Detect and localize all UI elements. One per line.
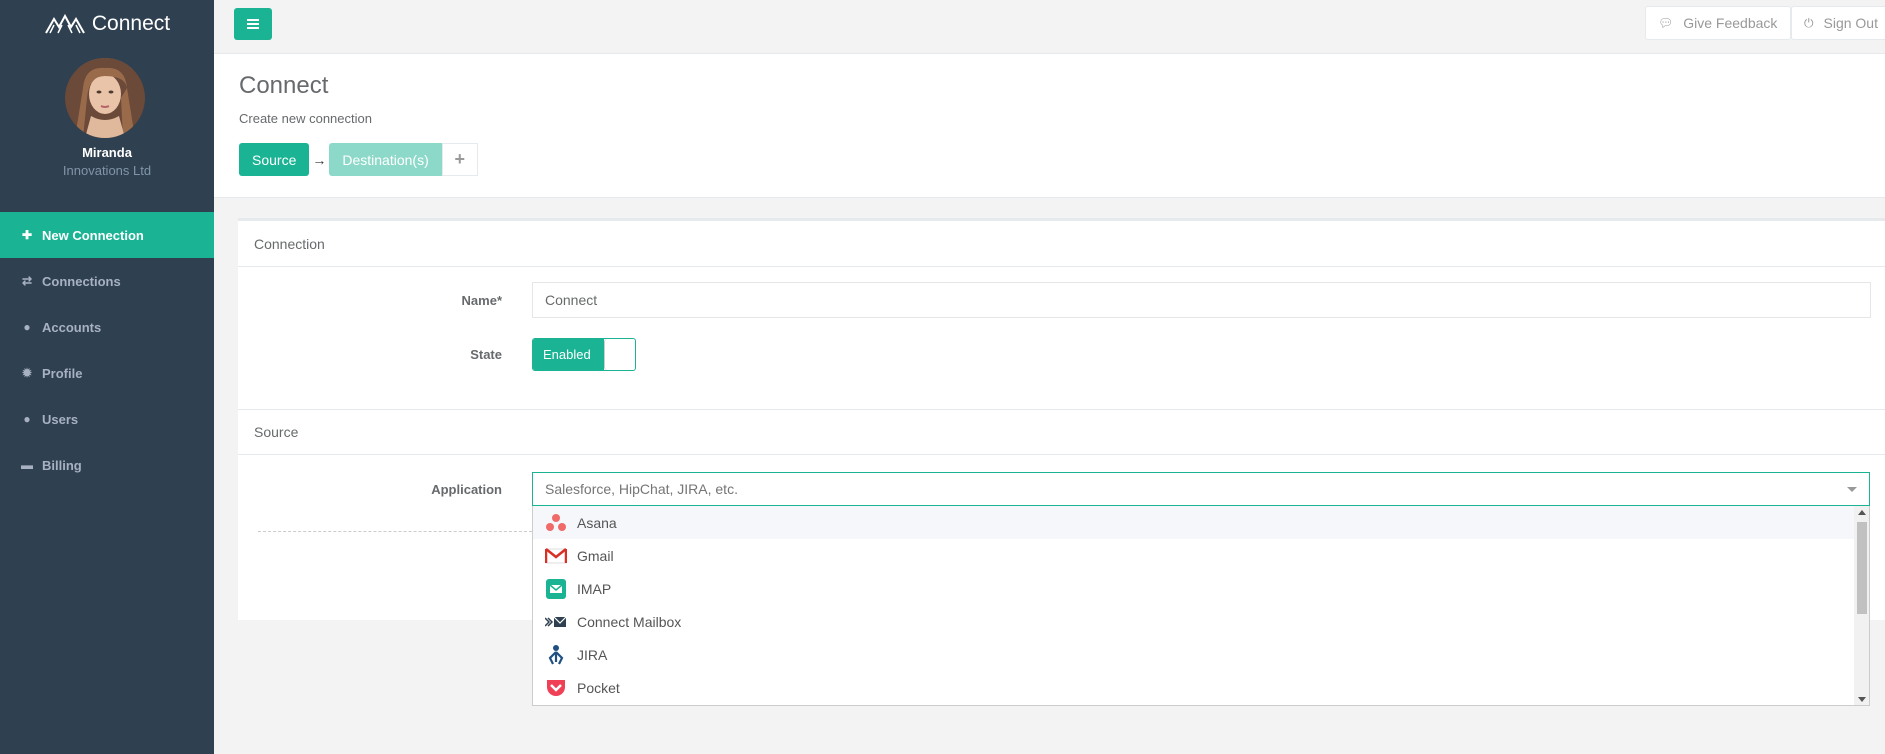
- menu-toggle-button[interactable]: [234, 8, 272, 40]
- asana-icon: [545, 512, 567, 534]
- scroll-up-arrow-icon[interactable]: [1858, 510, 1866, 515]
- option-label: IMAP: [577, 580, 612, 597]
- sidebar-nav: ✚ New Connection ⇄ Connections ● Account…: [0, 212, 214, 488]
- comments-icon: 💬︎: [1658, 16, 1674, 30]
- option-label: Gmail: [577, 547, 614, 564]
- imap-icon: [545, 578, 567, 600]
- option-imap[interactable]: IMAP: [533, 572, 1855, 605]
- scrollbar-thumb[interactable]: [1857, 522, 1867, 614]
- application-label: Application: [431, 482, 502, 497]
- name-label: Name*: [461, 293, 502, 308]
- option-label: JIRA: [577, 646, 608, 663]
- add-destination-button[interactable]: +: [441, 143, 478, 176]
- plus-icon: +: [454, 149, 465, 169]
- option-jira[interactable]: JIRA: [533, 638, 1855, 671]
- scroll-down-arrow-icon[interactable]: [1858, 697, 1866, 702]
- wizard-steps: Source → Destination(s) +: [239, 143, 478, 176]
- brand-name: Connect: [91, 12, 171, 35]
- sign-out-label: Sign Out: [1823, 15, 1878, 31]
- sidebar-item-new-connection[interactable]: ✚ New Connection: [0, 212, 214, 258]
- arrow-right-icon: →: [312, 151, 327, 168]
- state-label: State: [470, 347, 502, 362]
- chevron-down-icon[interactable]: [1847, 486, 1857, 492]
- jira-icon: [545, 644, 567, 666]
- sidebar-item-billing[interactable]: ▬ Billing: [0, 442, 214, 488]
- mountain-logo-icon: [45, 13, 85, 34]
- step-source-button[interactable]: Source: [239, 143, 310, 176]
- sidebar-item-label: Users: [42, 411, 79, 427]
- user-icon: ●: [23, 412, 31, 426]
- dropdown-scrollbar[interactable]: [1854, 506, 1869, 705]
- mailbox-icon: [545, 611, 567, 633]
- option-label: Pocket: [577, 679, 620, 696]
- application-search-input[interactable]: [545, 481, 1847, 497]
- sidebar-item-label: Billing: [42, 457, 82, 473]
- sidebar-item-label: Accounts: [42, 319, 102, 335]
- give-feedback-button[interactable]: 💬︎ Give Feedback: [1645, 6, 1791, 40]
- give-feedback-label: Give Feedback: [1683, 15, 1778, 31]
- page-heading: Connect Create new connection Source → D…: [214, 54, 1885, 198]
- sidebar-item-profile[interactable]: ✹ Profile: [0, 350, 214, 396]
- option-connect-mailbox[interactable]: Connect Mailbox: [533, 605, 1855, 638]
- option-pocket[interactable]: Pocket: [533, 671, 1855, 704]
- exchange-icon: ⇄: [21, 274, 33, 288]
- option-label: Connect Mailbox: [577, 613, 682, 630]
- sidebar-item-connections[interactable]: ⇄ Connections: [0, 258, 214, 304]
- power-icon: ⏻: [1804, 15, 1814, 30]
- divider: [258, 531, 532, 532]
- top-navbar: 💬︎ Give Feedback ⏻ Sign Out: [214, 0, 1885, 54]
- page-subtitle: Create new connection: [239, 111, 372, 126]
- avatar-image: [65, 58, 145, 138]
- user-name: Miranda: [82, 145, 132, 160]
- sidebar-item-users[interactable]: ● Users: [0, 396, 214, 442]
- sidebar-item-label: Connections: [42, 273, 121, 289]
- plus-icon: ✚: [21, 228, 33, 242]
- sidebar-item-label: Profile: [42, 365, 83, 381]
- user-organization: Innovations Ltd: [62, 163, 152, 178]
- gear-icon: ✹: [21, 366, 33, 380]
- option-gmail[interactable]: Gmail: [533, 539, 1855, 572]
- brand[interactable]: Connect: [0, 12, 214, 36]
- connection-section-title: Connection: [238, 221, 1885, 267]
- sidebar: Connect Miranda Innovations Ltd ✚ New Co…: [0, 0, 214, 754]
- sidebar-item-accounts[interactable]: ● Accounts: [0, 304, 214, 350]
- source-section-title: Source: [238, 409, 1885, 455]
- option-asana[interactable]: Asana: [533, 506, 1855, 539]
- page-title: Connect: [239, 72, 329, 99]
- sign-out-button[interactable]: ⏻ Sign Out: [1791, 6, 1885, 40]
- hamburger-icon: [247, 19, 259, 29]
- step-destinations-button[interactable]: Destination(s): [329, 143, 442, 176]
- state-toggle[interactable]: Enabled: [532, 338, 636, 371]
- avatar[interactable]: [65, 58, 145, 138]
- globe-icon: ●: [23, 320, 31, 334]
- credit-card-icon: ▬: [21, 458, 33, 472]
- state-toggle-label: Enabled: [533, 339, 604, 370]
- pocket-icon: [545, 677, 567, 699]
- application-dropdown: Asana Gmail IMAP Connect Mailbox JIRA Po…: [532, 506, 1870, 706]
- gmail-icon: [545, 545, 567, 567]
- sidebar-item-label: New Connection: [42, 227, 144, 243]
- toggle-handle[interactable]: [603, 339, 635, 370]
- application-select[interactable]: [532, 472, 1870, 506]
- name-input[interactable]: [532, 282, 1871, 318]
- option-label: Asana: [577, 514, 617, 531]
